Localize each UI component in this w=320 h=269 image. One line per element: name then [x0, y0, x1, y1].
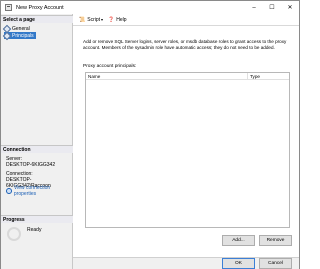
help-label: Help	[116, 16, 127, 23]
page-item-label: General	[12, 25, 30, 32]
dialog-window: New Proxy Account – ☐ ✕ Select a page Ge…	[0, 0, 300, 269]
remove-button[interactable]: Remove	[259, 235, 292, 246]
script-label: Script	[87, 16, 101, 23]
maximize-button[interactable]: ☐	[263, 1, 281, 14]
properties-icon	[6, 188, 12, 194]
page-item-general[interactable]: General	[4, 25, 30, 32]
view-connection-properties-link[interactable]: View connection properties	[6, 185, 72, 197]
connection-header: Connection	[1, 145, 73, 153]
script-icon: 📜	[79, 16, 86, 23]
script-button[interactable]: 📜 Script ▾	[79, 17, 103, 23]
progress-status: Ready	[27, 227, 42, 233]
close-button[interactable]: ✕	[281, 1, 299, 14]
help-icon: ❓	[108, 16, 115, 23]
progress-header: Progress	[1, 215, 73, 223]
app-icon	[5, 4, 12, 11]
main-panel: 📜 Script ▾ ❓ Help Add or remove SQL Serv…	[73, 14, 299, 257]
page-item-label: Principals	[12, 32, 34, 39]
principals-grid[interactable]: Name Type	[85, 72, 290, 228]
add-button[interactable]: Add...	[222, 235, 255, 246]
title-bar: New Proxy Account – ☐ ✕	[1, 1, 299, 14]
page-icon	[4, 33, 10, 38]
page-item-principals[interactable]: Principals	[4, 32, 36, 39]
column-header-name[interactable]: Name	[86, 73, 248, 79]
description-text: Add or remove SQL Server logins, server …	[83, 39, 287, 50]
cancel-button[interactable]: Cancel	[259, 258, 292, 269]
help-button[interactable]: ❓ Help	[108, 17, 127, 23]
toolbar: 📜 Script ▾ ❓ Help	[73, 14, 299, 26]
server-value: DESKTOP-6KIGG342	[6, 162, 56, 168]
principals-caption: Proxy account principals:	[83, 64, 137, 69]
window-title: New Proxy Account	[16, 4, 64, 11]
select-page-header: Select a page	[1, 15, 73, 23]
left-pane: Select a page General Principals Connect…	[1, 14, 73, 269]
minimize-button[interactable]: –	[245, 1, 263, 14]
window-controls: – ☐ ✕	[245, 1, 299, 14]
chevron-down-icon: ▾	[101, 17, 104, 22]
page-icon	[4, 26, 10, 31]
progress-spinner-icon	[7, 227, 21, 241]
ok-button[interactable]: OK	[222, 258, 255, 269]
grid-header: Name Type	[86, 73, 289, 80]
column-header-type[interactable]: Type	[248, 73, 260, 79]
dialog-footer: OK Cancel	[73, 257, 299, 269]
link-label: View connection properties	[13, 185, 51, 197]
